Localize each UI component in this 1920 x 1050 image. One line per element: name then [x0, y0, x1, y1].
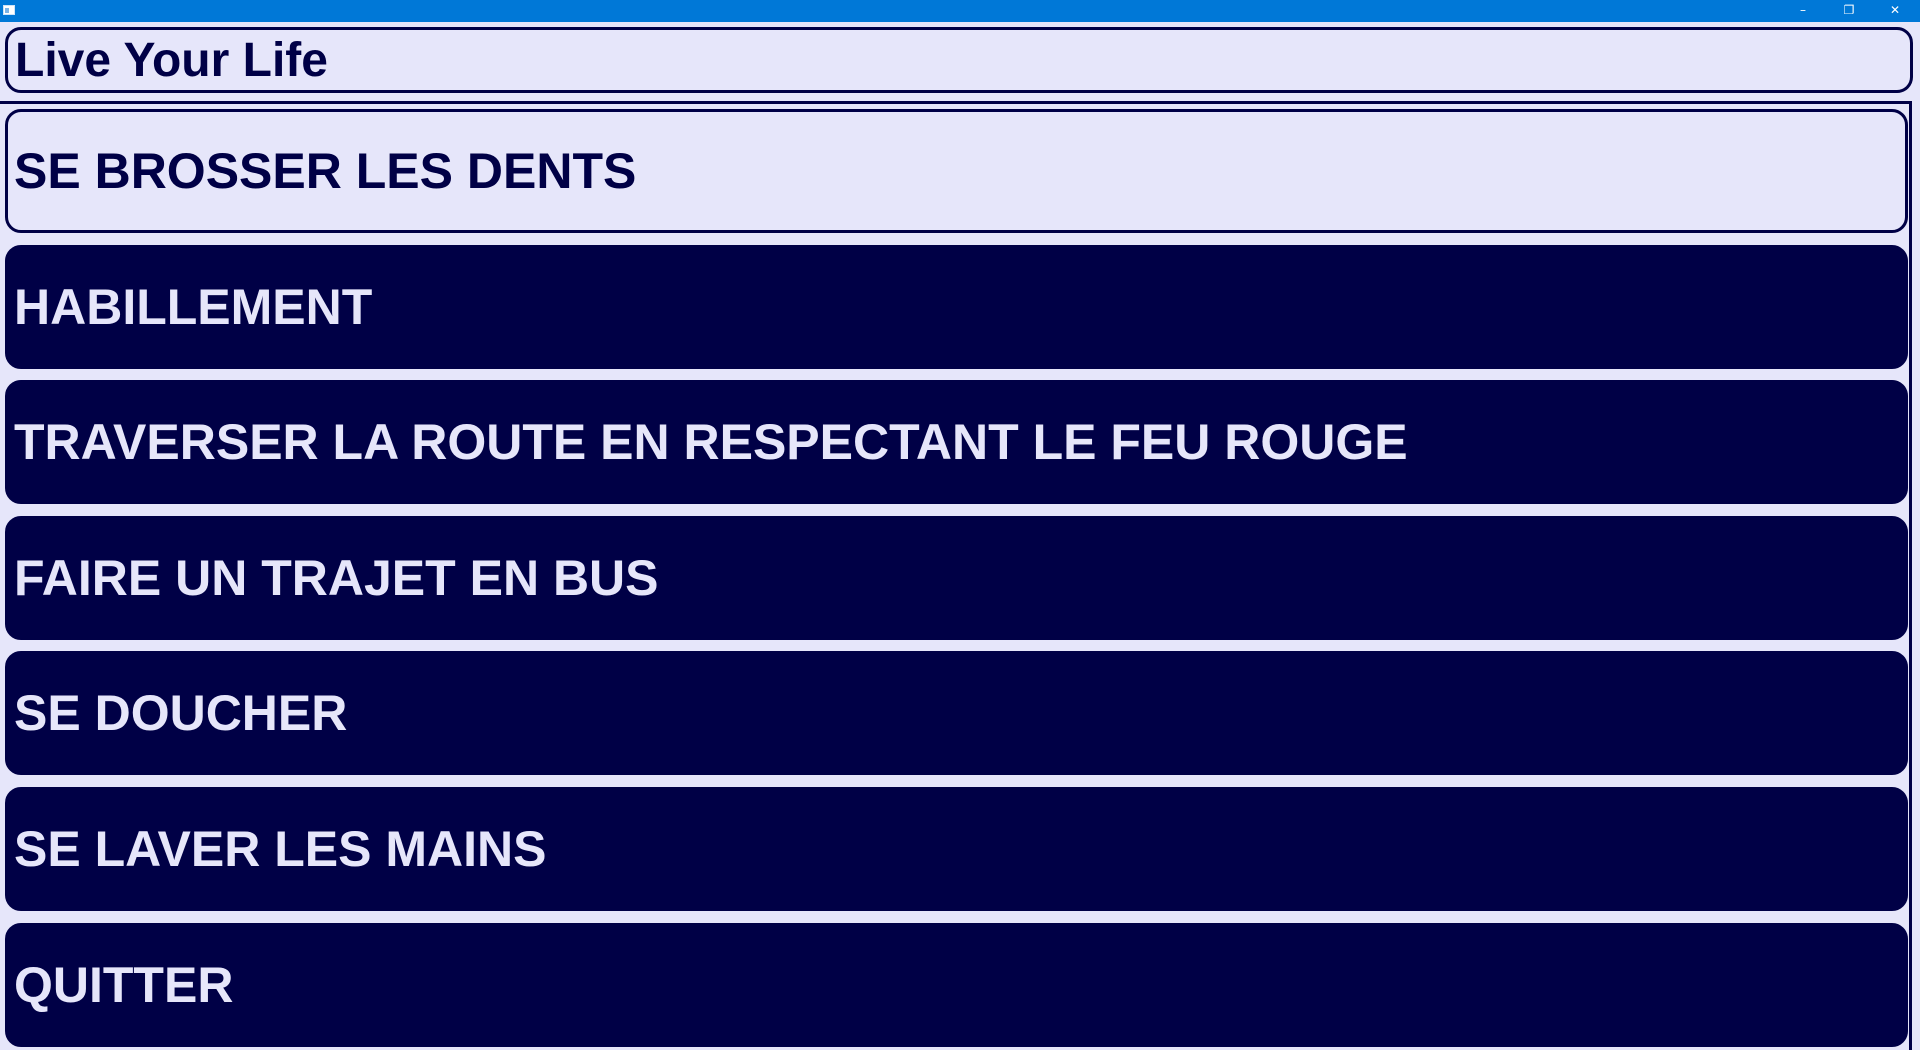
restore-button[interactable]: ❐ — [1826, 0, 1872, 22]
menu-item-habillement[interactable]: HABILLEMENT — [5, 245, 1908, 369]
menu-item-quitter[interactable]: QUITTER — [5, 923, 1908, 1047]
menu-item-label: SE DOUCHER — [14, 685, 348, 741]
app-header: Live Your Life — [5, 27, 1913, 93]
close-button[interactable]: ✕ — [1872, 0, 1918, 22]
menu-item-faire-un-trajet-en-bus[interactable]: FAIRE UN TRAJET EN BUS — [5, 516, 1908, 640]
menu-list: SE BROSSER LES DENTS HABILLEMENT TRAVERS… — [0, 101, 1912, 1050]
menu-item-label: SE LAVER LES MAINS — [14, 821, 547, 877]
menu-item-se-laver-les-mains[interactable]: SE LAVER LES MAINS — [5, 787, 1908, 911]
menu-item-label: SE BROSSER LES DENTS — [14, 143, 637, 199]
menu-item-label: TRAVERSER LA ROUTE EN RESPECTANT LE FEU … — [14, 414, 1408, 470]
menu-item-label: QUITTER — [14, 957, 234, 1013]
app-window-icon — [3, 5, 15, 15]
menu-item-label: FAIRE UN TRAJET EN BUS — [14, 550, 659, 606]
app-title: Live Your Life — [15, 34, 328, 87]
menu-item-se-brosser-les-dents[interactable]: SE BROSSER LES DENTS — [5, 109, 1908, 233]
minimize-button[interactable]: – — [1780, 0, 1826, 22]
menu-item-label: HABILLEMENT — [14, 279, 373, 335]
menu-item-se-doucher[interactable]: SE DOUCHER — [5, 651, 1908, 775]
app-content: Live Your Life SE BROSSER LES DENTS HABI… — [0, 22, 1920, 1050]
window-titlebar[interactable]: – ❐ ✕ — [0, 0, 1920, 22]
menu-item-traverser-la-route[interactable]: TRAVERSER LA ROUTE EN RESPECTANT LE FEU … — [5, 380, 1908, 504]
